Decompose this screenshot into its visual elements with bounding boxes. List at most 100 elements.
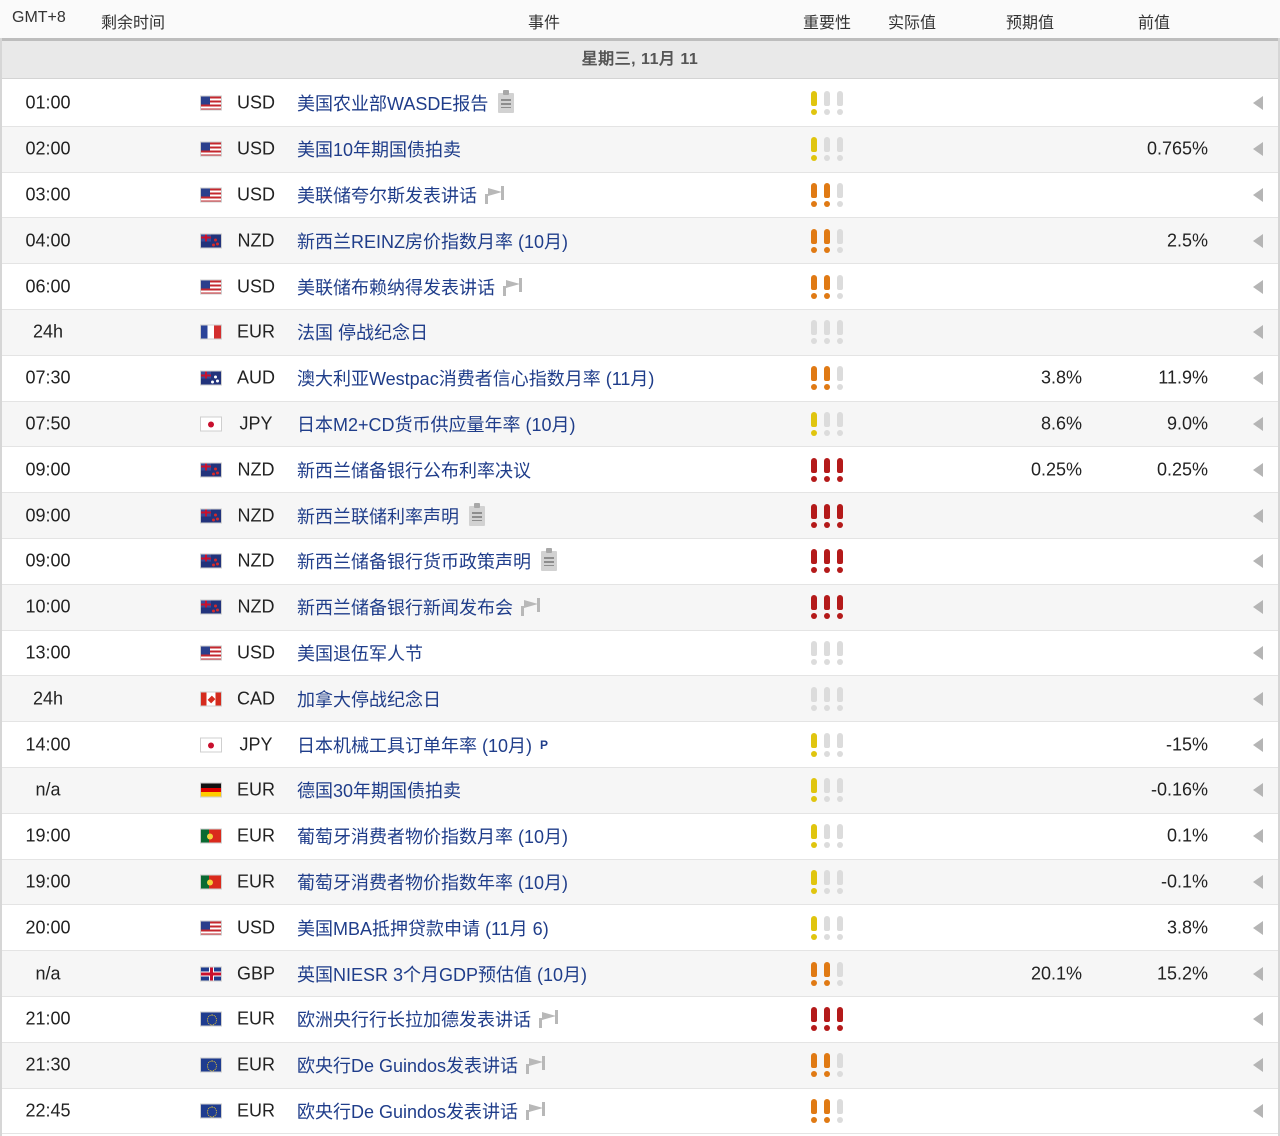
event-title-link[interactable]: 美联储夸尔斯发表讲话 [297, 182, 505, 208]
event-title[interactable]: 德国30年期国债拍卖 [297, 777, 461, 803]
event-row[interactable]: 20:00 USD 美国MBA抵押贷款申请 (11月 6) 3.8% [2, 905, 1278, 952]
event-title-link[interactable]: 美国MBA抵押贷款申请 (11月 6) [297, 915, 549, 941]
expand-arrow-icon[interactable] [1253, 371, 1263, 386]
event-title-link[interactable]: 日本M2+CD货币供应量年率 (10月) [297, 411, 576, 437]
event-title[interactable]: 美联储布赖纳得发表讲话 [297, 274, 495, 300]
expand-arrow-icon[interactable] [1253, 920, 1263, 935]
expand-arrow-icon[interactable] [1253, 187, 1263, 202]
event-title-link[interactable]: 欧央行De Guindos发表讲话 [297, 1098, 546, 1124]
event-forecast: 8.6% [1040, 413, 1082, 434]
event-title[interactable]: 新西兰联储利率声明 [297, 503, 459, 529]
event-title[interactable]: 英国NIESR 3个月GDP预估值 (10月) [297, 961, 587, 987]
event-title[interactable]: 法国 停战纪念日 [297, 319, 428, 345]
expand-arrow-icon[interactable] [1253, 462, 1263, 477]
expand-arrow-icon[interactable] [1253, 508, 1263, 523]
event-row[interactable]: 10:00 NZD 新西兰储备银行新闻发布会 [2, 584, 1278, 631]
event-title-link[interactable]: 英国NIESR 3个月GDP预估值 (10月) [297, 961, 587, 987]
event-row[interactable]: 09:00 NZD 新西兰储备银行货币政策声明 [2, 539, 1278, 585]
event-title[interactable]: 美国农业部WASDE报告 [297, 90, 488, 116]
event-title[interactable]: 欧央行De Guindos发表讲话 [297, 1098, 518, 1124]
event-title[interactable]: 新西兰REINZ房价指数月率 (10月) [297, 228, 568, 254]
event-row[interactable]: 07:50 JPY 日本M2+CD货币供应量年率 (10月) 8.6% 9.0% [2, 401, 1278, 448]
event-title[interactable]: 欧洲央行行长拉加德发表讲话 [297, 1006, 531, 1032]
event-title-link[interactable]: 美国10年期国债拍卖 [297, 136, 461, 162]
importance-indicator [810, 915, 844, 940]
event-title[interactable]: 新西兰储备银行新闻发布会 [297, 594, 513, 620]
event-title[interactable]: 美国退伍军人节 [297, 640, 423, 666]
expand-arrow-icon[interactable] [1253, 1058, 1263, 1073]
event-row[interactable]: 09:00 NZD 新西兰联储利率声明 [2, 493, 1278, 539]
event-title[interactable]: 美国10年期国债拍卖 [297, 136, 461, 162]
event-row[interactable]: 19:00 EUR 葡萄牙消费者物价指数月率 (10月) 0.1% [2, 814, 1278, 860]
event-row[interactable]: 03:00 USD 美联储夸尔斯发表讲话 [2, 173, 1278, 219]
event-row[interactable]: 19:00 EUR 葡萄牙消费者物价指数年率 (10月) -0.1% [2, 859, 1278, 906]
event-title-link[interactable]: 澳大利亚Westpac消费者信心指数月率 (11月) [297, 365, 654, 391]
event-title[interactable]: 新西兰储备银行货币政策声明 [297, 548, 531, 574]
event-title-link[interactable]: 新西兰储备银行公布利率决议 [297, 457, 531, 483]
event-title-link[interactable]: 新西兰储备银行新闻发布会 [297, 594, 541, 620]
expand-arrow-icon[interactable] [1253, 691, 1263, 706]
event-title[interactable]: 葡萄牙消费者物价指数年率 (10月) [297, 869, 568, 895]
event-title[interactable]: 美联储夸尔斯发表讲话 [297, 182, 477, 208]
event-row[interactable]: 06:00 USD 美联储布赖纳得发表讲话 [2, 264, 1278, 310]
event-time: 20:00 [25, 917, 71, 938]
event-row[interactable]: 13:00 USD 美国退伍军人节 [2, 631, 1278, 677]
expand-arrow-icon[interactable] [1253, 1103, 1263, 1118]
event-time: 07:30 [25, 367, 71, 388]
event-title-link[interactable]: 美国农业部WASDE报告 [297, 90, 515, 116]
event-row[interactable]: n/a EUR 德国30年期国债拍卖 -0.16% [2, 767, 1278, 814]
event-title-link[interactable]: 美联储布赖纳得发表讲话 [297, 274, 523, 300]
event-title-link[interactable]: 加拿大停战纪念日 [297, 686, 441, 712]
event-row[interactable]: 22:45 EUR 欧央行De Guindos发表讲话 [2, 1089, 1278, 1135]
expand-arrow-icon[interactable] [1253, 600, 1263, 615]
event-title-link[interactable]: 新西兰储备银行货币政策声明 [297, 548, 557, 574]
au-flag [200, 370, 222, 386]
event-row[interactable]: 07:30 AUD 澳大利亚Westpac消费者信心指数月率 (11月) 3.8% 11… [2, 356, 1278, 402]
event-title-link[interactable]: 新西兰REINZ房价指数月率 (10月) [297, 228, 568, 254]
expand-arrow-icon[interactable] [1253, 737, 1263, 752]
expand-arrow-icon[interactable] [1253, 233, 1263, 248]
event-title[interactable]: 日本机械工具订单年率 (10月) [297, 732, 532, 758]
event-row[interactable]: 21:30 EUR 欧央行De Guindos发表讲话 [2, 1042, 1278, 1089]
event-title-link[interactable]: 葡萄牙消费者物价指数年率 (10月) [297, 869, 568, 895]
event-currency: NZD [237, 230, 275, 251]
event-title-link[interactable]: 欧洲央行行长拉加德发表讲话 [297, 1006, 559, 1032]
event-row[interactable]: 24h CAD 加拿大停战纪念日 [2, 676, 1278, 723]
event-title-link[interactable]: 葡萄牙消费者物价指数月率 (10月) [297, 823, 568, 849]
expand-arrow-icon[interactable] [1253, 325, 1263, 340]
expand-arrow-icon[interactable] [1253, 1012, 1263, 1027]
event-row[interactable]: n/a GBP 英国NIESR 3个月GDP预估值 (10月) 20.1% 15.2% [2, 951, 1278, 997]
event-title-link[interactable]: 法国 停战纪念日 [297, 319, 428, 345]
event-title-link[interactable]: 新西兰联储利率声明 [297, 502, 485, 529]
expand-arrow-icon[interactable] [1253, 829, 1263, 844]
expand-arrow-icon[interactable] [1253, 96, 1263, 111]
event-title-link[interactable]: 日本机械工具订单年率 (10月) P [297, 732, 548, 758]
event-title[interactable]: 葡萄牙消费者物价指数月率 (10月) [297, 823, 568, 849]
event-time: 03:00 [25, 184, 71, 205]
expand-arrow-icon[interactable] [1253, 783, 1263, 798]
event-title[interactable]: 欧央行De Guindos发表讲话 [297, 1052, 518, 1078]
event-row[interactable]: 01:00 USD 美国农业部WASDE报告 [2, 81, 1278, 127]
header-timezone[interactable]: GMT+8 [12, 9, 66, 27]
event-title[interactable]: 澳大利亚Westpac消费者信心指数月率 (11月) [297, 365, 654, 391]
event-row[interactable]: 21:00 EUR 欧洲央行行长拉加德发表讲话 [2, 997, 1278, 1043]
event-title[interactable]: 加拿大停战纪念日 [297, 686, 441, 712]
expand-arrow-icon[interactable] [1253, 142, 1263, 157]
event-title[interactable]: 新西兰储备银行公布利率决议 [297, 457, 531, 483]
event-row[interactable]: 02:00 USD 美国10年期国债拍卖 0.765% [2, 126, 1278, 173]
event-row[interactable]: 09:00 NZD 新西兰储备银行公布利率决议 0.25% 0.25% [2, 447, 1278, 494]
event-title-link[interactable]: 德国30年期国债拍卖 [297, 777, 461, 803]
expand-arrow-icon[interactable] [1253, 554, 1263, 569]
event-title-link[interactable]: 美国退伍军人节 [297, 640, 423, 666]
event-row[interactable]: 04:00 NZD 新西兰REINZ房价指数月率 (10月) 2.5% [2, 218, 1278, 265]
event-title[interactable]: 日本M2+CD货币供应量年率 (10月) [297, 411, 576, 437]
expand-arrow-icon[interactable] [1253, 279, 1263, 294]
expand-arrow-icon[interactable] [1253, 416, 1263, 431]
expand-arrow-icon[interactable] [1253, 645, 1263, 660]
event-title-link[interactable]: 欧央行De Guindos发表讲话 [297, 1052, 546, 1078]
expand-arrow-icon[interactable] [1253, 874, 1263, 889]
event-row[interactable]: 14:00 JPY 日本机械工具订单年率 (10月) P -15% [2, 722, 1278, 768]
expand-arrow-icon[interactable] [1253, 966, 1263, 981]
event-row[interactable]: 24h EUR 法国 停战纪念日 [2, 309, 1278, 356]
event-title[interactable]: 美国MBA抵押贷款申请 (11月 6) [297, 915, 549, 941]
